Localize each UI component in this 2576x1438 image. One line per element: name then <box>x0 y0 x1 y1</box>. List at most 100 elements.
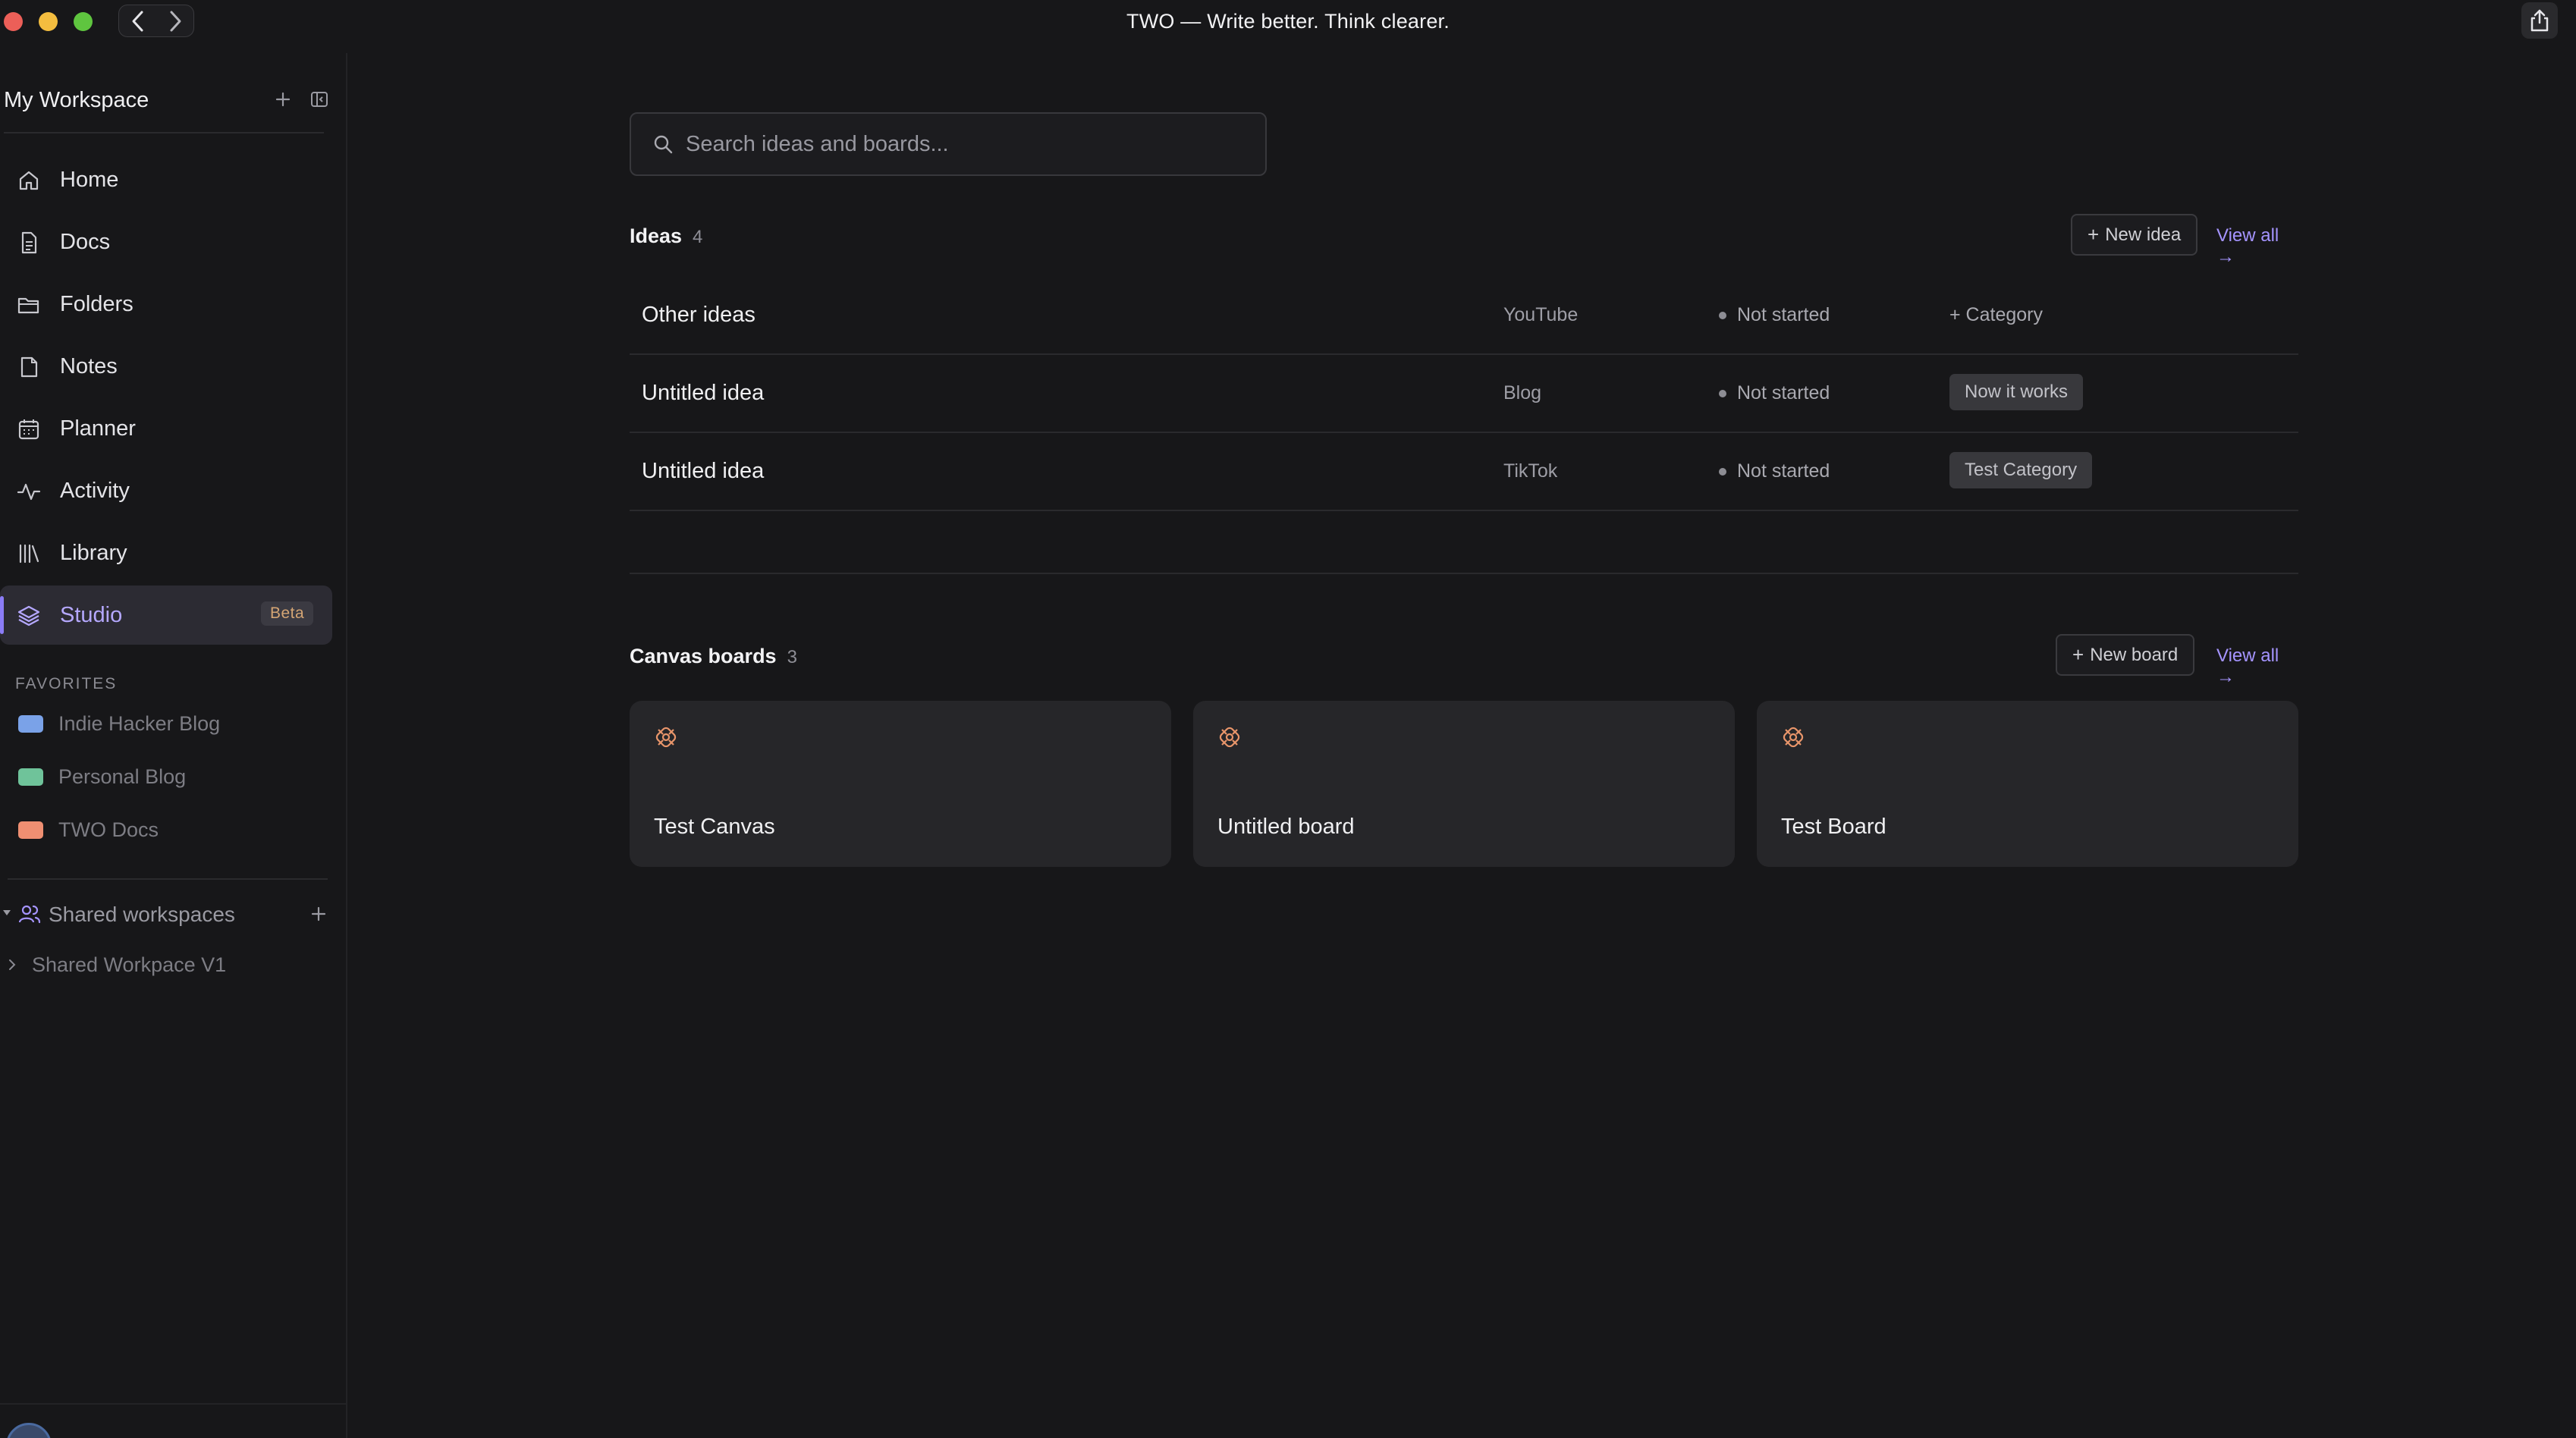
sidebar-divider <box>0 1403 347 1405</box>
ideas-view-all-link[interactable]: View all → <box>2216 225 2298 268</box>
favorite-label: Personal Blog <box>58 765 187 788</box>
chevron-right-icon <box>9 959 16 970</box>
idea-status[interactable]: Not started <box>1737 304 1830 326</box>
add-page-button[interactable] <box>271 87 295 111</box>
idea-name: Untitled idea <box>642 381 765 405</box>
sidebar-item-activity[interactable]: Activity <box>0 461 332 520</box>
board-name: Test Board <box>1781 815 1886 839</box>
section-divider <box>630 573 2298 574</box>
status-dot-icon <box>1719 390 1726 397</box>
favorite-item[interactable]: Indie Hacker Blog <box>18 708 220 739</box>
add-category-button[interactable]: + Category <box>1949 304 2043 326</box>
board-name: Untitled board <box>1217 815 1355 839</box>
add-shared-workspace-button[interactable] <box>306 902 331 926</box>
sidebar-divider <box>4 132 324 133</box>
sidebar: My Workspace Home Docs Folders Notes Pla… <box>0 53 347 1438</box>
plus-icon: + <box>2088 223 2100 246</box>
sidebar-item-label: Notes <box>60 353 118 378</box>
plus-icon: + <box>2072 643 2084 666</box>
plus-icon <box>311 906 326 922</box>
plus-icon <box>275 92 291 107</box>
boards-view-all-link[interactable]: View all → <box>2216 645 2298 688</box>
table-row[interactable]: Untitled idea TikTok Not started Test Ca… <box>630 433 2298 511</box>
search-box[interactable] <box>630 112 1267 176</box>
collapse-sidebar-button[interactable] <box>307 87 331 111</box>
ideas-count: 4 <box>693 227 703 247</box>
shared-workspace-label: Shared Workpace V1 <box>32 953 227 976</box>
avatar[interactable] <box>6 1423 52 1438</box>
category-chip[interactable]: Now it works <box>1949 374 2084 410</box>
sidebar-item-label: Planner <box>60 416 136 441</box>
favorite-label: Indie Hacker Blog <box>58 711 221 735</box>
search-input[interactable] <box>686 131 1217 157</box>
sidebar-item-label: Library <box>60 540 127 565</box>
folder-color-icon <box>18 714 43 733</box>
board-card[interactable]: Untitled board <box>1193 701 1735 867</box>
sidebar-toggle-icon <box>311 92 328 107</box>
sidebar-item-home[interactable]: Home <box>0 150 332 209</box>
idea-channel[interactable]: TikTok <box>1503 460 1557 482</box>
sidebar-item-folders[interactable]: Folders <box>0 275 332 334</box>
idea-name: Other ideas <box>642 303 756 327</box>
new-idea-label: New idea <box>2105 224 2182 245</box>
sidebar-item-label: Activity <box>60 478 130 503</box>
sidebar-item-docs[interactable]: Docs <box>0 212 332 272</box>
sidebar-item-label: Docs <box>60 229 111 254</box>
sidebar-item-studio[interactable]: Studio Beta <box>0 586 332 645</box>
note-icon <box>20 356 38 378</box>
ideas-title: Ideas 4 <box>630 224 702 248</box>
sidebar-divider <box>8 878 328 880</box>
title-bar: TWO — Write better. Think clearer. <box>0 0 2576 42</box>
status-dot-icon <box>1719 468 1726 476</box>
canvas-icon <box>655 727 677 748</box>
sidebar-item-label: Studio <box>60 602 123 627</box>
ideas-section-header: Ideas 4 + New idea View all → <box>630 214 2298 267</box>
new-board-button[interactable]: + New board <box>2056 634 2195 676</box>
idea-channel[interactable]: Blog <box>1503 382 1541 404</box>
status-dot-icon <box>1719 312 1726 319</box>
sidebar-item-library[interactable]: Library <box>0 523 332 582</box>
favorites-heading: FAVORITES <box>15 675 118 692</box>
ideas-title-text: Ideas <box>630 224 683 247</box>
layers-icon <box>17 605 40 626</box>
favorite-item[interactable]: Personal Blog <box>18 761 186 792</box>
table-row[interactable]: Untitled idea Blog Not started Now it wo… <box>630 355 2298 433</box>
boards-title-text: Canvas boards <box>630 645 777 667</box>
category-chip[interactable]: Test Category <box>1949 452 2093 488</box>
canvas-icon <box>1219 727 1240 748</box>
sidebar-item-label: Home <box>60 167 119 192</box>
beta-badge: Beta <box>261 601 314 626</box>
favorite-item[interactable]: TWO Docs <box>18 815 159 845</box>
canvas-icon <box>1783 727 1804 748</box>
shared-workspace-item[interactable]: Shared Workpace V1 <box>0 948 226 981</box>
doc-icon <box>21 231 37 254</box>
calendar-icon <box>18 419 39 440</box>
window-title: TWO — Write better. Think clearer. <box>1126 10 1450 33</box>
idea-name: Untitled idea <box>642 459 765 483</box>
workspace-name[interactable]: My Workspace <box>4 88 149 113</box>
table-row[interactable]: Other ideas YouTube Not started + Catego… <box>630 277 2298 355</box>
board-card[interactable]: Test Board <box>1757 701 2298 867</box>
home-icon <box>19 171 39 190</box>
shared-workspaces-header[interactable]: Shared workspaces <box>0 897 334 931</box>
library-icon <box>19 544 39 564</box>
search-icon <box>654 135 673 154</box>
share-button[interactable] <box>2521 2 2558 39</box>
idea-status[interactable]: Not started <box>1737 382 1830 404</box>
board-card[interactable]: Test Canvas <box>630 701 1171 867</box>
boards-section-header: Canvas boards 3 + New board View all → <box>630 634 2298 687</box>
shared-workspaces-label: Shared workspaces <box>49 903 235 926</box>
favorite-label: TWO Docs <box>58 818 159 841</box>
share-icon <box>2530 9 2549 32</box>
idea-channel[interactable]: YouTube <box>1503 304 1578 326</box>
boards-title: Canvas boards 3 <box>630 645 797 668</box>
sidebar-item-planner[interactable]: Planner <box>0 399 332 458</box>
new-idea-button[interactable]: + New idea <box>2071 214 2198 256</box>
board-name: Test Canvas <box>654 815 775 839</box>
sidebar-item-label: Folders <box>60 291 134 316</box>
new-board-label: New board <box>2090 644 2179 665</box>
idea-status[interactable]: Not started <box>1737 460 1830 482</box>
folder-color-icon <box>18 768 43 786</box>
caret-down-icon <box>3 910 11 915</box>
sidebar-item-notes[interactable]: Notes <box>0 337 332 396</box>
